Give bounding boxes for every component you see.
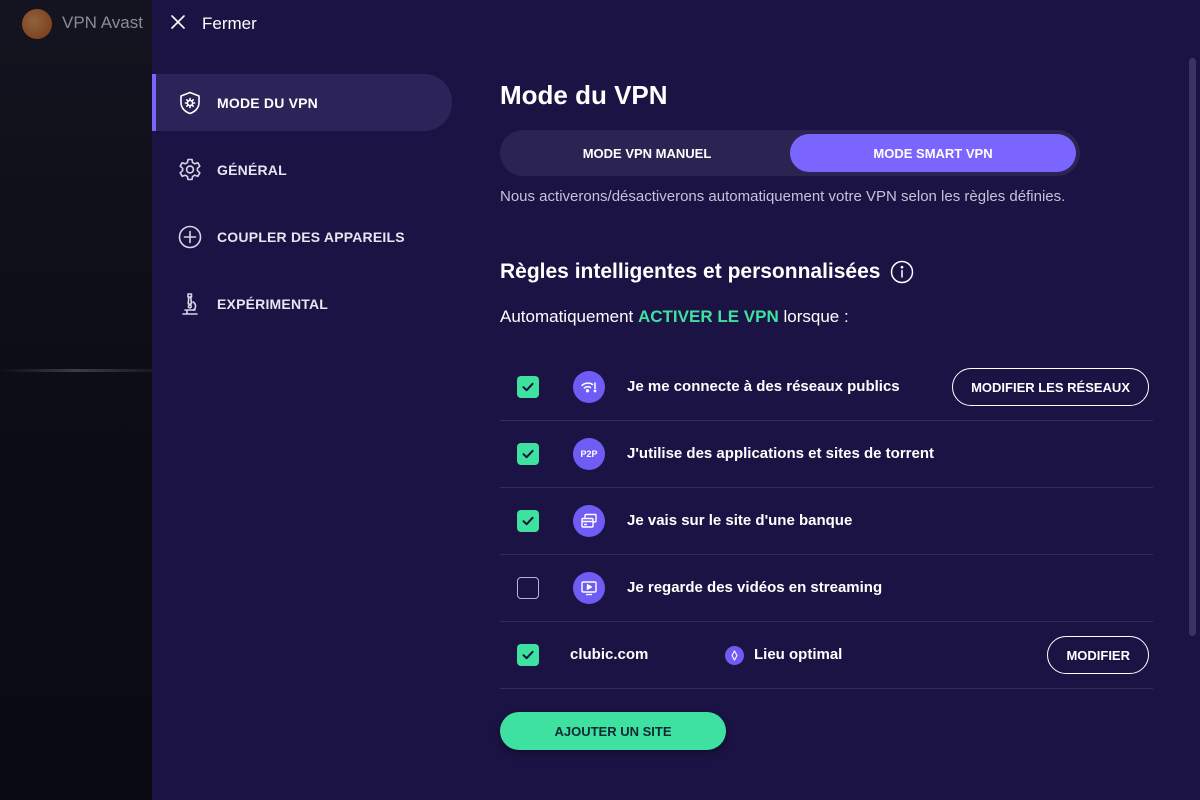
page-title: Mode du VPN <box>500 80 668 110</box>
sidebar-item-label: COUPLER DES APPAREILS <box>217 228 405 245</box>
close-button[interactable]: Fermer <box>170 12 257 36</box>
rules-title-text: Règles intelligentes et personnalisées <box>500 260 881 283</box>
rule-public-networks: Je me connecte à des réseaux publics MOD… <box>500 354 1153 421</box>
mode-description: Nous activerons/désactiverons automatiqu… <box>500 188 1066 205</box>
rule-checkbox[interactable] <box>517 644 539 666</box>
rule-checkbox[interactable] <box>517 376 539 398</box>
rule-bank: Je vais sur le site d'une banque <box>500 488 1153 555</box>
rule-streaming: Je regarde des vidéos en streaming <box>500 555 1153 622</box>
shield-gear-icon <box>176 89 204 117</box>
rule-checkbox[interactable] <box>517 577 539 599</box>
optimal-location-icon <box>725 646 744 665</box>
auto-prefix: Automatiquement <box>500 307 634 326</box>
rule-custom-site: clubic.com Lieu optimal MODIFIER <box>500 622 1153 689</box>
settings-panel: Fermer MODE DU VPN GÉNÉRAL COUPLER DES A… <box>152 0 1200 800</box>
site-label: clubic.com <box>570 646 649 663</box>
vpn-mode-switch: MODE VPN MANUEL MODE SMART VPN <box>500 130 1080 176</box>
auto-activate-line: Automatiquement ACTIVER LE VPN lorsque : <box>500 307 849 327</box>
wifi-alert-icon <box>573 371 605 403</box>
background-app-window: VPN Avast <box>0 0 152 800</box>
check-icon <box>522 650 534 660</box>
rule-torrent: P2P J'utilise des applications et sites … <box>500 421 1153 488</box>
rule-label: Je regarde des vidéos en streaming <box>627 579 883 596</box>
sidebar-item-label: GÉNÉRAL <box>217 161 287 178</box>
edit-site-button[interactable]: MODIFIER <box>1047 636 1149 674</box>
video-play-icon <box>573 572 605 604</box>
info-icon[interactable] <box>890 260 914 284</box>
sidebar-item-general[interactable]: GÉNÉRAL <box>152 141 452 198</box>
rules-title: Règles intelligentes et personnalisées <box>500 260 914 284</box>
rule-label: Je vais sur le site d'une banque <box>627 512 853 529</box>
rule-label: Je me connecte à des réseaux publics <box>627 378 900 395</box>
close-icon <box>170 14 186 35</box>
auto-accent: ACTIVER LE VPN <box>637 307 779 326</box>
rules-list: Je me connecte à des réseaux publics MOD… <box>500 354 1153 689</box>
smart-mode-button[interactable]: MODE SMART VPN <box>790 134 1076 172</box>
rule-label: J'utilise des applications et sites de t… <box>627 445 934 462</box>
auto-suffix: lorsque : <box>783 307 849 326</box>
p2p-icon: P2P <box>573 438 605 470</box>
check-icon <box>522 382 534 392</box>
rule-checkbox[interactable] <box>517 443 539 465</box>
main-content: Mode du VPN MODE VPN MANUEL MODE SMART V… <box>500 0 1160 800</box>
background-divider <box>0 369 152 372</box>
gear-icon <box>176 156 204 184</box>
plus-circle-icon <box>176 223 204 251</box>
bank-card-icon <box>573 505 605 537</box>
sidebar-item-vpn-mode[interactable]: MODE DU VPN <box>152 74 452 131</box>
sidebar-item-label: EXPÉRIMENTAL <box>217 295 329 312</box>
add-site-button[interactable]: AJOUTER UN SITE <box>500 712 726 750</box>
avast-logo-icon <box>22 9 52 39</box>
edit-networks-button[interactable]: MODIFIER LES RÉSEAUX <box>952 368 1149 406</box>
close-label: Fermer <box>202 14 257 33</box>
p2p-icon-text: P2P <box>580 449 598 459</box>
sidebar-item-pair-devices[interactable]: COUPLER DES APPAREILS <box>152 208 452 265</box>
check-icon <box>522 449 534 459</box>
manual-mode-button[interactable]: MODE VPN MANUEL <box>504 134 790 172</box>
sidebar-item-experimental[interactable]: EXPÉRIMENTAL <box>152 275 452 332</box>
sidebar: MODE DU VPN GÉNÉRAL COUPLER DES APPAREIL… <box>152 74 452 342</box>
background-app-title: VPN Avast <box>62 13 143 32</box>
check-icon <box>522 516 534 526</box>
location-label[interactable]: Lieu optimal <box>754 646 842 663</box>
sidebar-item-label: MODE DU VPN <box>217 94 318 111</box>
rule-checkbox[interactable] <box>517 510 539 532</box>
scrollbar[interactable] <box>1189 58 1196 636</box>
microscope-icon <box>176 290 204 318</box>
